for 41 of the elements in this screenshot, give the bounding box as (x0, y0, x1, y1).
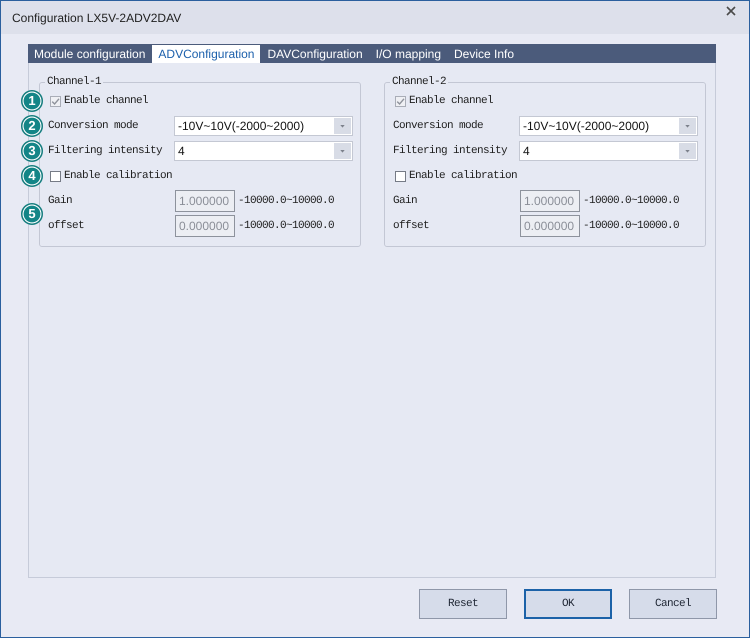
callout-number: 2 (21, 115, 43, 137)
dropdown[interactable]: 4 (174, 141, 353, 161)
callout-number: 1 (21, 90, 43, 112)
field-label: Gain (393, 194, 418, 208)
field-label: Conversion mode (48, 119, 140, 133)
dropdown[interactable]: 4 (519, 141, 698, 161)
caret-down-icon[interactable] (334, 143, 351, 159)
close-icon[interactable] (726, 6, 736, 16)
dialog-button[interactable]: Cancel (629, 589, 717, 619)
dialog-button[interactable]: OK (524, 589, 612, 619)
window-title: Configuration LX5V-2ADV2DAV (12, 11, 182, 25)
tab[interactable]: Device Info (448, 45, 520, 63)
callout-number: 3 (21, 140, 43, 162)
field-label: Filtering intensity (393, 144, 508, 158)
tab[interactable]: I/O mapping (370, 45, 448, 63)
caret-down-icon[interactable] (679, 118, 696, 134)
group-title: Channel-2 (391, 75, 448, 89)
callout-number: 5 (21, 202, 43, 224)
callout-number: 4 (21, 165, 43, 187)
checkbox[interactable] (50, 170, 61, 182)
tab[interactable]: ADVConfiguration (152, 45, 260, 63)
range-text: -10000.0~10000.0 (238, 219, 334, 233)
range-text: -10000.0~10000.0 (238, 194, 334, 208)
field-label: offset (393, 219, 430, 233)
group-title: Channel-1 (46, 75, 102, 89)
dropdown[interactable]: -10V~10V(-2000~2000) (174, 116, 353, 136)
caret-down-icon[interactable] (679, 143, 696, 159)
caret-down-icon[interactable] (334, 118, 351, 134)
field-label: Conversion mode (393, 119, 484, 133)
field-label: Filtering intensity (48, 144, 164, 158)
field-label: Gain (48, 194, 74, 208)
field-label: offset (48, 219, 86, 233)
checkbox-label[interactable]: Enable calibration (64, 169, 172, 183)
tab[interactable]: DAVConfiguration (261, 45, 369, 63)
dialog-button[interactable]: Reset (419, 589, 507, 619)
checkbox-label[interactable]: Enable calibration (409, 169, 518, 183)
checkbox[interactable] (395, 170, 406, 182)
range-text: -10000.0~10000.0 (583, 194, 680, 208)
range-text: -10000.0~10000.0 (583, 219, 680, 233)
dropdown[interactable]: -10V~10V(-2000~2000) (519, 116, 698, 136)
tab[interactable]: Module configuration (28, 45, 152, 63)
